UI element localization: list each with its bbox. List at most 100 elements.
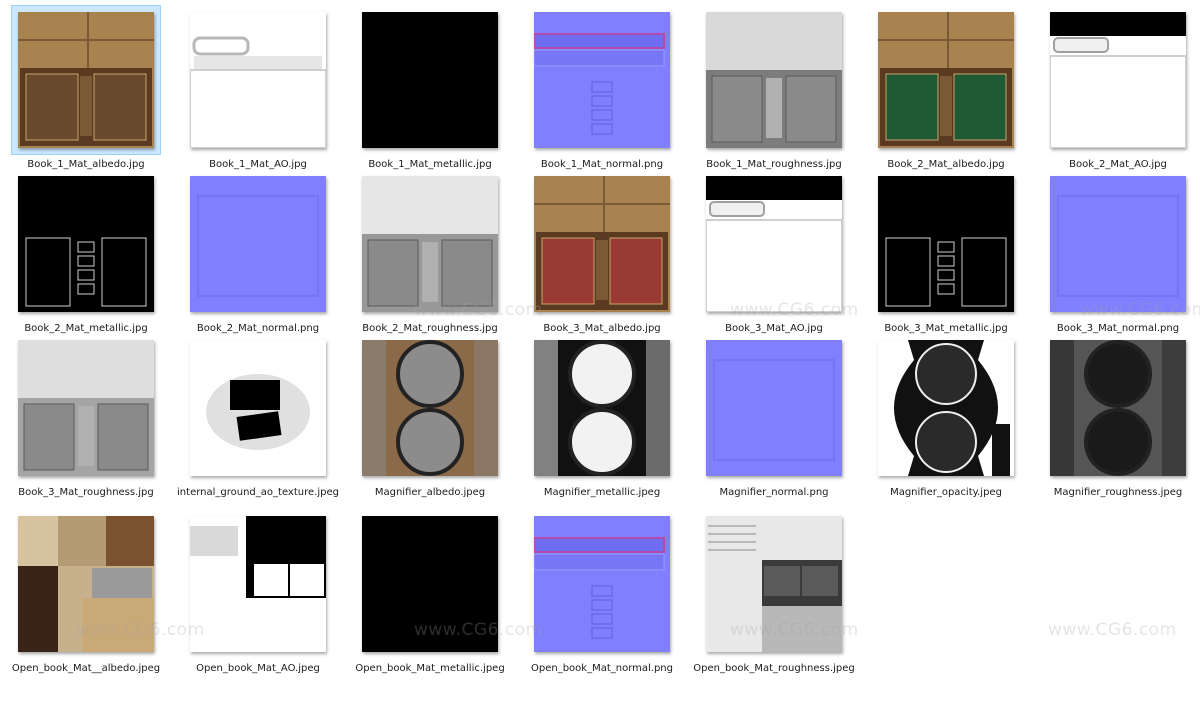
file-thumbnail-frame[interactable] [184, 510, 332, 658]
texture-thumbnail [18, 516, 154, 652]
file-item[interactable]: Book_1_Mat_normal.png [516, 6, 688, 171]
file-name-label[interactable]: Magnifier_albedo.jpeg [344, 486, 516, 499]
texture-preview-image [362, 12, 498, 148]
texture-preview-image [1050, 12, 1186, 148]
file-item[interactable]: Magnifier_roughness.jpeg [1032, 334, 1200, 499]
file-item[interactable]: Book_3_Mat_metallic.jpg [860, 170, 1032, 335]
file-thumbnail-frame[interactable] [872, 6, 1020, 154]
file-thumbnail-frame[interactable] [356, 334, 504, 482]
file-thumbnail-frame[interactable] [872, 334, 1020, 482]
file-item[interactable]: Open_book_Mat_normal.png [516, 510, 688, 675]
file-item[interactable]: Open_book_Mat__albedo.jpeg [0, 510, 172, 675]
file-name-label[interactable]: Magnifier_roughness.jpeg [1032, 486, 1200, 499]
texture-thumbnail [190, 340, 326, 476]
texture-thumbnail [190, 12, 326, 148]
file-thumbnail-frame[interactable] [11, 5, 161, 155]
file-thumbnail-frame[interactable] [528, 334, 676, 482]
file-name-label[interactable]: Open_book_Mat__albedo.jpeg [0, 662, 172, 675]
file-item[interactable]: Magnifier_normal.png [688, 334, 860, 499]
file-thumbnail-frame[interactable] [12, 170, 160, 318]
file-thumbnail-frame[interactable] [356, 510, 504, 658]
texture-preview-image [534, 340, 670, 476]
file-thumbnail-frame[interactable] [12, 510, 160, 658]
file-thumbnail-frame[interactable] [700, 170, 848, 318]
file-item[interactable]: Book_1_Mat_roughness.jpg [688, 6, 860, 171]
file-item[interactable]: Open_book_Mat_AO.jpeg [172, 510, 344, 675]
file-name-label[interactable]: Open_book_Mat_roughness.jpeg [688, 662, 860, 675]
file-thumbnail-frame[interactable] [528, 510, 676, 658]
file-thumbnail-frame[interactable] [356, 6, 504, 154]
file-thumbnail-frame[interactable] [700, 334, 848, 482]
texture-preview-image [534, 12, 670, 148]
file-item[interactable]: Book_2_Mat_metallic.jpg [0, 170, 172, 335]
texture-thumbnail [878, 176, 1014, 312]
file-thumbnail-frame[interactable] [12, 334, 160, 482]
file-thumbnail-frame[interactable] [184, 6, 332, 154]
file-item[interactable]: internal_ground_ao_texture.jpeg [172, 334, 344, 499]
texture-thumbnail [190, 176, 326, 312]
file-name-label[interactable]: Magnifier_normal.png [688, 486, 860, 499]
file-item[interactable]: Book_2_Mat_AO.jpg [1032, 6, 1200, 171]
file-item[interactable]: Book_3_Mat_AO.jpg [688, 170, 860, 335]
file-item[interactable]: Book_3_Mat_albedo.jpg [516, 170, 688, 335]
texture-thumbnail [706, 340, 842, 476]
file-thumbnail-frame[interactable] [528, 6, 676, 154]
texture-thumbnail [1050, 176, 1186, 312]
file-name-label[interactable]: Open_book_Mat_AO.jpeg [172, 662, 344, 675]
texture-thumbnail [706, 12, 842, 148]
file-name-label[interactable]: Magnifier_metallic.jpeg [516, 486, 688, 499]
texture-preview-image [362, 516, 498, 652]
file-name-label[interactable]: Open_book_Mat_metallic.jpeg [344, 662, 516, 675]
texture-thumbnail [878, 340, 1014, 476]
file-name-label[interactable]: Book_3_Mat_roughness.jpg [0, 486, 172, 499]
file-thumbnail-frame[interactable] [184, 170, 332, 318]
file-item[interactable]: Book_1_Mat_AO.jpg [172, 6, 344, 171]
file-thumbnail-frame[interactable] [700, 510, 848, 658]
texture-thumbnail [534, 516, 670, 652]
texture-preview-image [878, 12, 1014, 148]
file-item[interactable]: Book_2_Mat_albedo.jpg [860, 6, 1032, 171]
file-thumbnail-frame[interactable] [700, 6, 848, 154]
file-item[interactable]: Magnifier_opacity.jpeg [860, 334, 1032, 499]
texture-preview-image [534, 516, 670, 652]
file-thumbnail-frame[interactable] [1044, 6, 1192, 154]
texture-preview-image [1050, 176, 1186, 312]
texture-preview-image [1050, 340, 1186, 476]
texture-thumbnail [18, 340, 154, 476]
file-item[interactable]: Open_book_Mat_metallic.jpeg [344, 510, 516, 675]
file-thumbnail-frame[interactable] [356, 170, 504, 318]
file-name-label[interactable]: Magnifier_opacity.jpeg [860, 486, 1032, 499]
texture-thumbnail [362, 516, 498, 652]
file-thumbnail-frame[interactable] [528, 170, 676, 318]
texture-thumbnail [190, 516, 326, 652]
file-item[interactable]: Book_1_Mat_albedo.jpg [0, 5, 172, 171]
texture-thumbnail [534, 12, 670, 148]
file-thumbnail-frame[interactable] [872, 170, 1020, 318]
texture-thumbnail [1050, 340, 1186, 476]
file-item[interactable]: Book_2_Mat_normal.png [172, 170, 344, 335]
texture-preview-image [706, 12, 842, 148]
file-thumbnail-frame[interactable] [1044, 170, 1192, 318]
texture-preview-image [190, 176, 326, 312]
texture-preview-image [18, 340, 154, 476]
texture-thumbnail [18, 176, 154, 312]
texture-preview-image [706, 176, 842, 312]
file-item[interactable]: Book_3_Mat_normal.png [1032, 170, 1200, 335]
texture-preview-image [362, 340, 498, 476]
file-thumbnail-frame[interactable] [184, 334, 332, 482]
file-item[interactable]: Open_book_Mat_roughness.jpeg [688, 510, 860, 675]
texture-thumbnail [706, 176, 842, 312]
file-item[interactable]: Magnifier_albedo.jpeg [344, 334, 516, 499]
file-item[interactable]: Book_2_Mat_roughness.jpg [344, 170, 516, 335]
file-name-label[interactable]: Open_book_Mat_normal.png [516, 662, 688, 675]
texture-preview-image [534, 176, 670, 312]
file-item[interactable]: Book_3_Mat_roughness.jpg [0, 334, 172, 499]
file-item[interactable]: Magnifier_metallic.jpeg [516, 334, 688, 499]
texture-thumbnail [362, 340, 498, 476]
file-thumbnail-grid: Book_1_Mat_albedo.jpg Book_1_Mat_AO.jpg B… [0, 0, 1200, 704]
file-thumbnail-frame[interactable] [1044, 334, 1192, 482]
file-name-label[interactable]: internal_ground_ao_texture.jpeg [172, 486, 344, 499]
file-item[interactable]: Book_1_Mat_metallic.jpg [344, 6, 516, 171]
texture-preview-image [18, 516, 154, 652]
texture-preview-image [878, 340, 1014, 476]
